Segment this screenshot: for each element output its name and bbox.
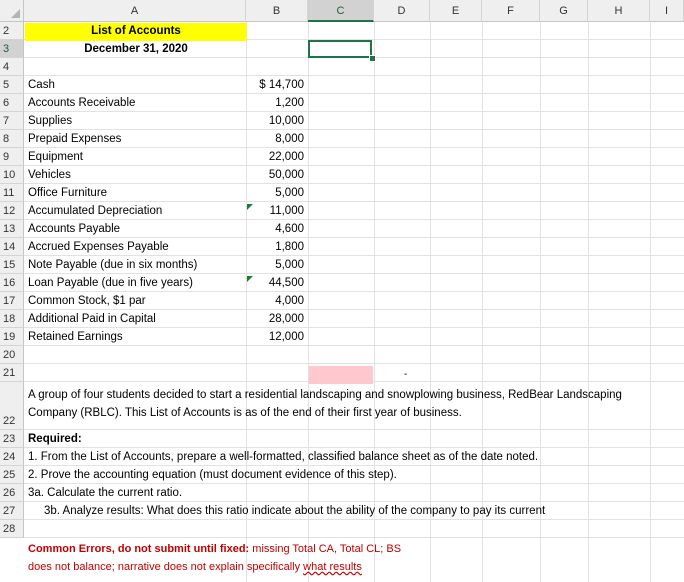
account-name[interactable]: Accrued Expenses Payable: [28, 238, 169, 256]
account-amount[interactable]: 10,000: [248, 112, 304, 130]
column-header-h[interactable]: H: [588, 0, 650, 22]
cell-c21-highlight[interactable]: [309, 366, 373, 384]
errors-text-1: missing Total CA, Total CL; BS: [249, 543, 402, 555]
errors-label: Common Errors, do not submit until fixed…: [28, 543, 250, 555]
errors-text-2: does not balance; narrative does not exp…: [28, 561, 304, 573]
row-header-5[interactable]: 5: [0, 76, 24, 94]
row-header-25[interactable]: 25: [0, 466, 24, 484]
account-amount[interactable]: 28,000: [248, 310, 304, 328]
account-amount[interactable]: 44,500: [248, 274, 304, 292]
row-header-22[interactable]: 22: [0, 382, 24, 430]
required-item[interactable]: 3a. Calculate the current ratio.: [28, 484, 182, 502]
row-header-27[interactable]: 27: [0, 502, 24, 520]
column-header-f[interactable]: F: [482, 0, 540, 22]
account-name[interactable]: Cash: [28, 76, 55, 94]
column-header-b[interactable]: B: [246, 0, 308, 22]
row-header-26[interactable]: 26: [0, 484, 24, 502]
account-amount[interactable]: $ 14,700: [248, 76, 304, 94]
column-header-c[interactable]: C: [308, 0, 374, 22]
account-amount[interactable]: 4,600: [248, 220, 304, 238]
active-cell-c3[interactable]: [308, 40, 372, 58]
account-amount[interactable]: 8,000: [248, 130, 304, 148]
row21-mark[interactable]: -: [404, 366, 407, 384]
account-amount[interactable]: 4,000: [248, 292, 304, 310]
column-header-e[interactable]: E: [430, 0, 482, 22]
row-header-23[interactable]: 23: [0, 430, 24, 448]
row-header-2[interactable]: 2: [0, 22, 24, 40]
row-header-13[interactable]: 13: [0, 220, 24, 238]
column-header-d[interactable]: D: [374, 0, 430, 22]
row-header-7[interactable]: 7: [0, 112, 24, 130]
column-header-g[interactable]: G: [540, 0, 588, 22]
row-header-10[interactable]: 10: [0, 166, 24, 184]
row-header-18[interactable]: 18: [0, 310, 24, 328]
account-name[interactable]: Accounts Receivable: [28, 94, 135, 112]
column-header-i[interactable]: I: [650, 0, 684, 22]
account-amount[interactable]: 1,200: [248, 94, 304, 112]
error-indicator-icon[interactable]: [247, 276, 253, 282]
fill-handle[interactable]: [369, 55, 376, 62]
account-name[interactable]: Common Stock, $1 par: [28, 292, 146, 310]
account-amount[interactable]: 12,000: [248, 328, 304, 346]
row-header-15[interactable]: 15: [0, 256, 24, 274]
row-header-12[interactable]: 12: [0, 202, 24, 220]
account-name[interactable]: Accumulated Depreciation: [28, 202, 162, 220]
account-amount[interactable]: 11,000: [248, 202, 304, 220]
account-name[interactable]: Supplies: [28, 112, 72, 130]
required-item[interactable]: 3b. Analyze results: What does this rati…: [44, 502, 545, 520]
account-name[interactable]: Equipment: [28, 148, 83, 166]
row-header-3[interactable]: 3: [0, 40, 24, 58]
row-header-19[interactable]: 19: [0, 328, 24, 346]
account-name[interactable]: Prepaid Expenses: [28, 130, 121, 148]
sheet-title[interactable]: List of Accounts: [25, 22, 247, 40]
account-name[interactable]: Note Payable (due in six months): [28, 256, 197, 274]
row-header-28[interactable]: 28: [0, 520, 24, 538]
account-name[interactable]: Vehicles: [28, 166, 71, 184]
row-header-6[interactable]: 6: [0, 94, 24, 112]
common-errors-note[interactable]: Common Errors, do not submit until fixed…: [28, 540, 448, 576]
account-amount[interactable]: 5,000: [248, 256, 304, 274]
select-all-corner[interactable]: [0, 0, 24, 22]
row-header-8[interactable]: 8: [0, 130, 24, 148]
row-header-24[interactable]: 24: [0, 448, 24, 466]
required-label[interactable]: Required:: [28, 430, 82, 448]
account-amount[interactable]: 50,000: [248, 166, 304, 184]
column-header-a[interactable]: A: [24, 0, 246, 22]
description-text[interactable]: A group of four students decided to star…: [28, 386, 628, 422]
row-header-21[interactable]: 21: [0, 364, 24, 382]
error-indicator-icon[interactable]: [247, 204, 253, 210]
row-header-20[interactable]: 20: [0, 346, 24, 364]
required-item[interactable]: 2. Prove the accounting equation (must d…: [28, 466, 397, 484]
account-name[interactable]: Retained Earnings: [28, 328, 123, 346]
account-name[interactable]: Office Furniture: [28, 184, 107, 202]
errors-text-3: what results: [303, 561, 362, 573]
account-amount[interactable]: 22,000: [248, 148, 304, 166]
account-name[interactable]: Accounts Payable: [28, 220, 120, 238]
row-header-9[interactable]: 9: [0, 148, 24, 166]
account-amount[interactable]: 1,800: [248, 238, 304, 256]
row-header-4[interactable]: 4: [0, 58, 24, 76]
account-amount[interactable]: 5,000: [248, 184, 304, 202]
required-item[interactable]: 1. From the List of Accounts, prepare a …: [28, 448, 538, 466]
row-header-11[interactable]: 11: [0, 184, 24, 202]
row-header-16[interactable]: 16: [0, 274, 24, 292]
row-header-17[interactable]: 17: [0, 292, 24, 310]
row-header-14[interactable]: 14: [0, 238, 24, 256]
account-name[interactable]: Loan Payable (due in five years): [28, 274, 193, 292]
spreadsheet-grid[interactable]: A B C D E F G H I 2 3 4 5 6 7 8 9 10 11 …: [0, 0, 684, 582]
sheet-date[interactable]: December 31, 2020: [25, 40, 247, 58]
account-name[interactable]: Additional Paid in Capital: [28, 310, 156, 328]
